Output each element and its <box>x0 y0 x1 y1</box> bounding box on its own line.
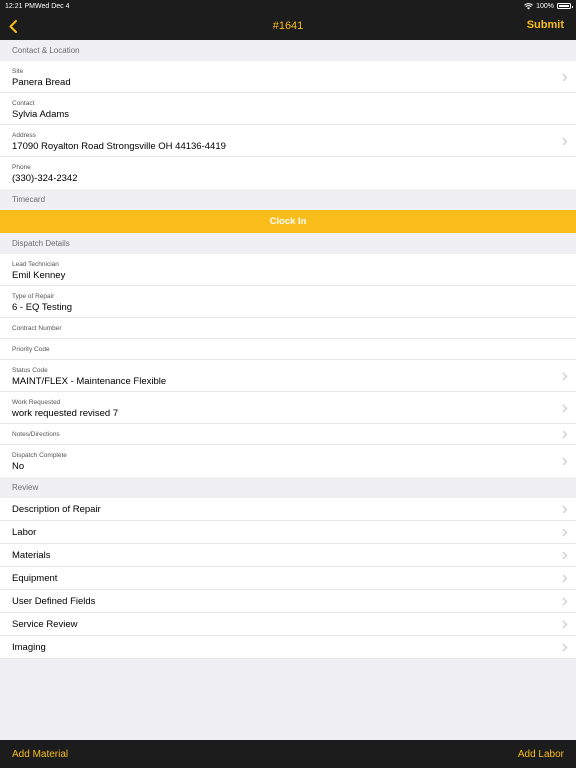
review-item-label: Imaging <box>12 642 46 653</box>
review-item-materials[interactable]: Materials <box>0 544 576 567</box>
add-labor-button[interactable]: Add Labor <box>518 749 564 760</box>
priority-code-label: Priority Code <box>12 346 50 353</box>
type-of-repair-value: 6 - EQ Testing <box>12 302 73 313</box>
address-value: 17090 Royalton Road Strongsville OH 4413… <box>12 141 226 152</box>
form-content: Contact & Location Site Panera Bread Con… <box>0 40 576 659</box>
site-value: Panera Bread <box>12 77 71 88</box>
add-material-button[interactable]: Add Material <box>12 749 68 760</box>
phone-value: (330)-324-2342 <box>12 173 78 184</box>
section-header-contact-location: Contact & Location <box>0 40 576 61</box>
site-label: Site <box>12 68 24 75</box>
type-of-repair-row: Type of Repair 6 - EQ Testing <box>0 286 576 318</box>
address-label: Address <box>12 132 36 139</box>
status-code-row[interactable]: Status Code MAINT/FLEX - Maintenance Fle… <box>0 360 576 392</box>
page-title: #1641 <box>272 20 304 32</box>
type-of-repair-label: Type of Repair <box>12 293 55 300</box>
dispatch-complete-value: No <box>12 461 25 472</box>
review-item-label: User Defined Fields <box>12 596 96 607</box>
contract-number-label: Contract Number <box>12 325 62 332</box>
bottom-toolbar: Add Material Add Labor <box>0 740 576 768</box>
chevron-right-icon <box>562 620 568 629</box>
chevron-right-icon <box>562 372 568 380</box>
contact-label: Contact <box>12 100 35 107</box>
chevron-right-icon <box>562 574 568 583</box>
chevron-right-icon <box>562 137 568 145</box>
status-time: 12:21 PM <box>5 2 35 10</box>
chevron-right-icon <box>562 404 568 412</box>
status-bar: 12:21 PM Wed Dec 4 100% <box>0 0 576 12</box>
contact-row: Contact Sylvia Adams <box>0 93 576 125</box>
lead-technician-label: Lead Technician <box>12 261 59 268</box>
battery-percent: 100% <box>536 2 554 10</box>
review-item-description-of-repair[interactable]: Description of Repair <box>0 498 576 521</box>
chevron-right-icon <box>562 551 568 560</box>
section-header-review: Review <box>0 477 576 498</box>
clock-in-button[interactable]: Clock In <box>0 210 576 233</box>
chevron-right-icon <box>562 73 568 81</box>
review-item-label: Materials <box>12 550 51 561</box>
lead-technician-row: Lead Technician Emil Kenney <box>0 254 576 286</box>
review-item-labor[interactable]: Labor <box>0 521 576 544</box>
notes-directions-row[interactable]: Notes/Directions <box>0 424 576 445</box>
chevron-right-icon <box>562 430 568 439</box>
submit-button[interactable]: Submit <box>527 19 564 31</box>
back-button[interactable] <box>6 17 20 35</box>
status-date: Wed Dec 4 <box>35 2 70 10</box>
status-right: 100% <box>524 2 573 10</box>
navigation-bar: #1641 Submit <box>0 12 576 40</box>
section-header-timecard: Timecard <box>0 189 576 210</box>
contact-value: Sylvia Adams <box>12 109 70 120</box>
battery-icon <box>557 3 573 9</box>
review-item-label: Service Review <box>12 619 78 630</box>
review-item-label: Description of Repair <box>12 504 101 515</box>
work-requested-value: work requested revised 7 <box>12 408 119 419</box>
site-row[interactable]: Site Panera Bread <box>0 61 576 93</box>
work-requested-row[interactable]: Work Requested work requested revised 7 <box>0 392 576 424</box>
notes-directions-label: Notes/Directions <box>12 431 60 438</box>
chevron-right-icon <box>562 528 568 537</box>
wifi-icon <box>524 2 533 9</box>
work-requested-label: Work Requested <box>12 399 61 406</box>
status-code-label: Status Code <box>12 367 48 374</box>
review-item-label: Labor <box>12 527 37 538</box>
section-header-dispatch: Dispatch Details <box>0 233 576 254</box>
review-item-equipment[interactable]: Equipment <box>0 567 576 590</box>
review-item-label: Equipment <box>12 573 58 584</box>
status-code-value: MAINT/FLEX - Maintenance Flexible <box>12 376 167 387</box>
phone-label: Phone <box>12 164 31 171</box>
chevron-right-icon <box>562 457 568 465</box>
chevron-right-icon <box>562 643 568 652</box>
chevron-left-icon <box>9 19 17 33</box>
lead-technician-value: Emil Kenney <box>12 270 66 281</box>
address-row[interactable]: Address 17090 Royalton Road Strongsville… <box>0 125 576 157</box>
chevron-right-icon <box>562 505 568 514</box>
chevron-right-icon <box>562 597 568 606</box>
dispatch-complete-row[interactable]: Dispatch Complete No <box>0 445 576 477</box>
contract-number-row[interactable]: Contract Number <box>0 318 576 339</box>
priority-code-row[interactable]: Priority Code <box>0 339 576 360</box>
dispatch-complete-label: Dispatch Complete <box>12 452 67 459</box>
review-item-imaging[interactable]: Imaging <box>0 636 576 659</box>
review-item-user-defined-fields[interactable]: User Defined Fields <box>0 590 576 613</box>
phone-row[interactable]: Phone (330)-324-2342 <box>0 157 576 189</box>
review-item-service-review[interactable]: Service Review <box>0 613 576 636</box>
